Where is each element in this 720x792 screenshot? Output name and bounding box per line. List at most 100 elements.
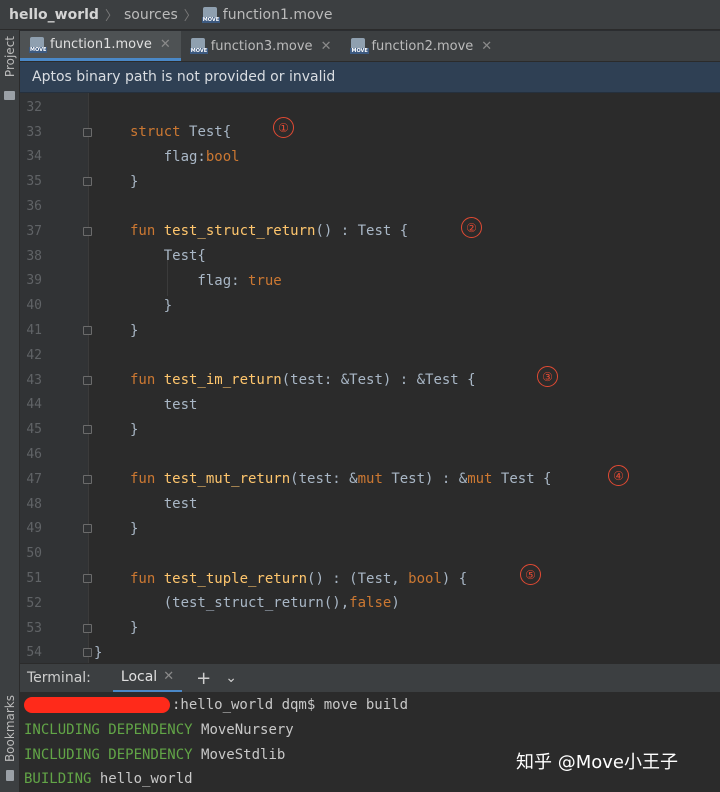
line-number: 43 [26,372,42,388]
line-number: 48 [26,496,42,512]
line-number: 54 [26,645,42,661]
code-text: } [130,297,173,314]
close-icon[interactable]: ✕ [160,37,171,52]
annotation-marker: ③ [537,366,558,387]
code-line[interactable]: 32 [20,95,720,120]
fold-marker-icon[interactable] [83,648,92,658]
code-text: } [130,421,139,438]
code-line[interactable]: 43 fun test_im_return(test: &Test) : &Tes… [20,368,720,393]
annotation-marker: ② [461,217,482,238]
folder-icon[interactable] [4,91,15,100]
code-text: flag:bool [130,148,240,165]
breadcrumb-project[interactable]: hello_world [9,7,99,23]
banner-text: Aptos binary path is not provided or inv… [32,69,336,85]
code-editor[interactable]: 32 33 struct Test{34 flag:bool 35} 36 37 fun t… [20,93,720,663]
tab-function1[interactable]: function1.move ✕ [20,31,181,61]
code-text: } [130,520,139,537]
line-number: 50 [26,546,42,562]
line-number: 39 [26,273,42,289]
annotation-marker: ④ [608,465,629,486]
code-line[interactable]: 36 [20,194,720,219]
move-file-icon [189,38,209,54]
line-number: 53 [26,620,42,636]
code-line[interactable]: 41} [20,318,720,343]
terminal-tab-label: Local [120,668,158,685]
line-number: 41 [26,323,42,339]
chevron-down-icon[interactable]: ⌄ [225,670,237,686]
code-line[interactable]: 40 } [20,293,720,318]
move-file-icon [350,38,369,54]
tab-function3[interactable]: function3.move ✕ [181,31,342,61]
line-number: 34 [26,149,42,165]
terminal-line: BUILDING hello_world [24,771,193,788]
terminal-line: INCLUDING DEPENDENCY MoveStdlib [24,746,286,763]
bookmarks-tool-button[interactable]: Bookmarks [3,695,17,762]
line-number: 36 [26,199,42,215]
fold-marker-icon[interactable] [83,177,92,187]
fold-marker-icon[interactable] [83,623,92,633]
terminal-line: INCLUDING DEPENDENCY MoveNursery [24,722,294,739]
redaction-mark [24,697,170,714]
fold-marker-icon[interactable] [83,425,92,435]
project-tool-button[interactable]: Project [3,36,17,77]
code-line[interactable]: 49} [20,517,720,542]
fold-marker-icon[interactable] [83,127,92,137]
code-text: fun test_im_return(test: &Test) : &Test … [130,372,476,389]
code-line[interactable]: 39 flag: true [20,269,720,294]
breadcrumb-file[interactable]: function1.move [223,7,333,23]
code-line[interactable]: 42 [20,343,720,368]
line-number: 42 [26,347,42,363]
code-line[interactable]: 50 [20,541,720,566]
code-text: fun test_tuple_return() : (Test, bool) { [130,570,468,587]
terminal-line: :hello_world dqm$ move build [24,693,408,718]
tab-label: function3.move [210,38,313,54]
fold-marker-icon[interactable] [83,524,92,534]
code-line[interactable]: 46 [20,442,720,467]
chevron-right-icon: 〉 [183,9,197,24]
code-line[interactable]: 33 struct Test{ [20,120,720,145]
close-icon[interactable]: ✕ [321,39,332,54]
code-text: struct Test{ [130,124,232,141]
fold-marker-icon[interactable] [83,375,92,385]
breadcrumb-folder[interactable]: sources [124,7,178,23]
code-line[interactable]: 44 test [20,393,720,418]
code-line[interactable]: 37 fun test_struct_return() : Test { [20,219,720,244]
line-number: 35 [26,174,42,190]
code-line[interactable]: 38 Test{ [20,244,720,269]
fold-marker-icon[interactable] [83,226,92,236]
code-line[interactable]: 34 flag:bool [20,145,720,170]
close-icon[interactable]: ✕ [481,39,492,54]
close-icon[interactable]: ✕ [163,669,174,684]
tab-terminal-local[interactable]: Local ✕ [112,664,183,693]
code-line[interactable]: 54} [20,641,720,663]
code-line[interactable]: 51 fun test_tuple_return() : (Test, bool)… [20,566,720,591]
line-number: 47 [26,471,42,487]
code-text: flag: true [130,272,282,289]
move-file-icon [29,36,48,53]
line-number: 51 [26,571,42,587]
terminal-output[interactable]: :hello_world dqm$ move build INCLUDING D… [20,692,720,792]
tab-label: function1.move [50,37,152,52]
line-number: 37 [26,223,42,239]
fold-marker-icon[interactable] [83,474,92,484]
terminal-title: Terminal: [27,670,91,686]
code-text: } [94,644,103,661]
code-text: } [130,322,139,339]
fold-marker-icon[interactable] [83,574,92,584]
chevron-right-icon: 〉 [104,9,118,24]
code-line[interactable]: 48 test [20,492,720,517]
line-number: 38 [26,248,42,264]
line-number: 49 [26,521,42,537]
bookmark-icon[interactable] [6,770,14,781]
left-tool-strip: Project Bookmarks [0,30,20,792]
code-text: fun test_mut_return(test: &mut Test) : &… [130,471,552,488]
line-number: 46 [26,447,42,463]
code-line[interactable]: 35} [20,169,720,194]
code-line[interactable]: 45} [20,417,720,442]
line-number: 32 [26,99,42,115]
fold-marker-icon[interactable] [83,326,92,336]
plus-icon[interactable]: + [196,668,211,689]
code-line[interactable]: 52 (test_struct_return(),false) [20,591,720,616]
code-line[interactable]: 53} [20,616,720,641]
tab-function2[interactable]: function2.move ✕ [341,31,502,61]
